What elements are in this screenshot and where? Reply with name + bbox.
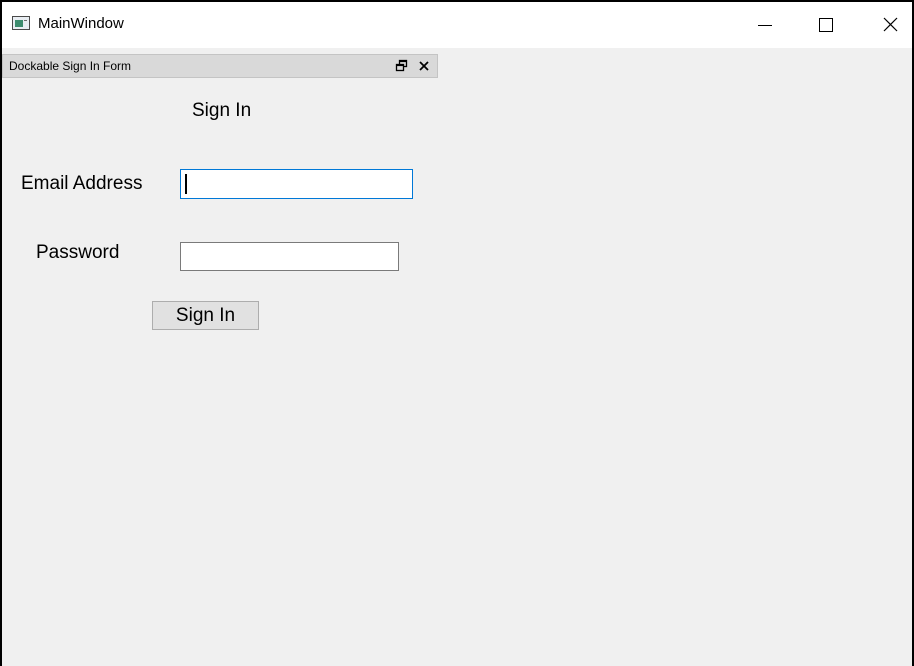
password-label: Password [36,242,120,263]
sign-in-button[interactable]: Sign In [152,301,259,330]
dock-close-icon[interactable] [417,59,431,73]
close-icon [883,17,898,32]
window-title: MainWindow [38,15,124,32]
password-field[interactable] [180,242,399,271]
dock-widget: Dockable Sign In Form [2,50,439,666]
dock-title: Dockable Sign In Form [9,59,132,73]
email-label: Email Address [21,173,143,194]
close-button[interactable] [864,2,910,48]
float-icon[interactable] [395,59,409,73]
title-bar[interactable]: MainWindow [2,2,912,48]
dock-title-bar[interactable]: Dockable Sign In Form [2,54,438,78]
minimize-icon [758,25,772,26]
email-field[interactable] [180,169,413,199]
minimize-button[interactable] [746,2,792,48]
app-icon [12,16,30,30]
maximize-button[interactable] [804,2,850,48]
maximize-icon [819,18,833,32]
text-caret [185,174,187,194]
main-window: MainWindow Dockable Sign In Form Sign In… [0,0,914,666]
form-heading: Sign In [192,100,252,121]
